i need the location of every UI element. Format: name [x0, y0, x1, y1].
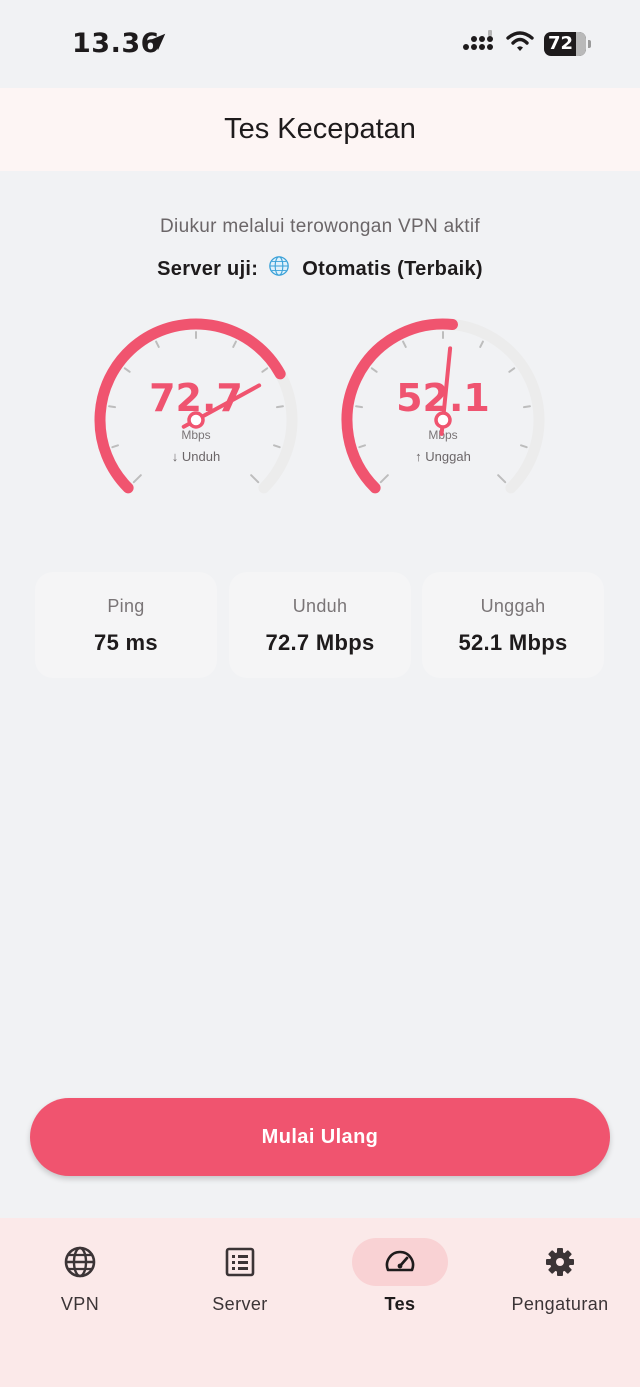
- gauge-needle: [181, 383, 262, 429]
- nav-label: Tes: [384, 1294, 416, 1314]
- list-icon: [224, 1246, 256, 1278]
- download-gauge: 72.7 Mbps ↓ Unduh: [81, 300, 311, 520]
- stat-value: 72.7 Mbps: [265, 630, 375, 655]
- app-header: Tes Kecepatan: [0, 88, 640, 171]
- location-arrow-icon: [146, 31, 168, 58]
- nav-label: VPN: [60, 1294, 100, 1314]
- upload-gauge: 52.1 Mbps ↑ Unggah: [328, 300, 558, 520]
- wifi-icon: [506, 30, 534, 57]
- globe-icon: [64, 1246, 96, 1278]
- server-value: Otomatis (Terbaik): [302, 257, 483, 280]
- stat-value: 75 ms: [94, 630, 158, 655]
- ping-card: Ping 75 ms: [35, 572, 217, 678]
- nav-label: Server: [212, 1294, 268, 1314]
- vpn-tunnel-note: Diukur melalui terowongan VPN aktif: [160, 216, 480, 237]
- bottom-nav: VPN Server Tes Pengaturan: [0, 1218, 640, 1387]
- restart-button[interactable]: Mulai Ulang: [30, 1098, 610, 1176]
- gauge-needle: [434, 346, 453, 436]
- download-card: Unduh 72.7 Mbps: [229, 572, 411, 678]
- globe-icon: [268, 255, 290, 283]
- nav-label: Pengaturan: [511, 1294, 609, 1314]
- speedometer-icon: [384, 1246, 416, 1278]
- stat-value: 52.1 Mbps: [458, 630, 568, 655]
- stat-label: Unduh: [292, 596, 348, 616]
- status-bar: 13.36 72: [0, 0, 640, 88]
- server-label: Server uji:: [157, 257, 259, 280]
- needle-hub: [187, 411, 205, 429]
- nav-item-tes[interactable]: Tes: [320, 1218, 480, 1328]
- cellular-signal-icon: [462, 30, 496, 57]
- stat-label: Unggah: [480, 596, 546, 616]
- test-server-selector[interactable]: Server uji: Otomatis (Terbaik): [0, 255, 640, 283]
- status-indicators: 72: [462, 30, 591, 57]
- page-title: Tes Kecepatan: [224, 113, 416, 145]
- nav-item-pengaturan[interactable]: Pengaturan: [480, 1218, 640, 1328]
- upload-card: Unggah 52.1 Mbps: [422, 572, 604, 678]
- gear-icon: [544, 1246, 576, 1278]
- needle-hub: [434, 411, 452, 429]
- nav-item-vpn[interactable]: VPN: [0, 1218, 160, 1328]
- stat-label: Ping: [107, 596, 145, 616]
- battery-icon: 72: [544, 31, 591, 56]
- nav-item-server[interactable]: Server: [160, 1218, 320, 1328]
- battery-level: 72: [548, 33, 574, 54]
